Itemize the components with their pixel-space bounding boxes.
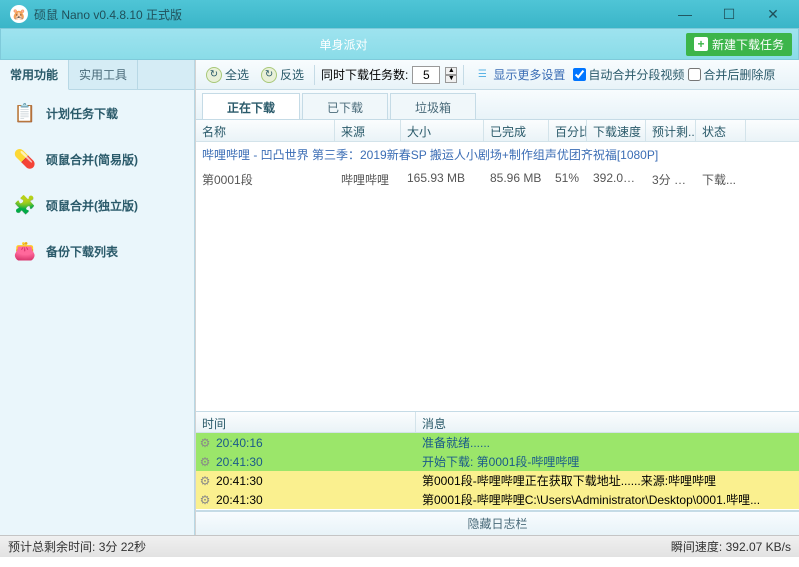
- gear-icon: ⚙: [196, 455, 214, 469]
- download-tabs: 正在下载 已下载 垃圾箱: [196, 90, 799, 120]
- window-title: 硕鼠 Nano v0.4.8.10 正式版: [34, 6, 663, 23]
- nav-label: 计划任务下载: [46, 105, 118, 122]
- more-settings-button[interactable]: ☰ 显示更多设置: [470, 64, 569, 85]
- statusbar: 预计总剩余时间: 3分 22秒 瞬间速度: 392.07 KB/s: [0, 535, 799, 557]
- nav-merge-standalone[interactable]: 🧩 硕鼠合并(独立版): [0, 182, 194, 228]
- concurrent-stepper[interactable]: ▲▼: [445, 67, 457, 83]
- new-task-label: 新建下载任务: [712, 36, 784, 53]
- settings-icon: ☰: [474, 67, 490, 83]
- download-group-title[interactable]: 哔哩哔哩 - 凹凸世界 第三季：2019新春SP 搬运人小剧场+制作组声优团齐祝…: [196, 142, 799, 167]
- log-row[interactable]: ⚙20:41:30开始下载: 第0001段-哔哩哔哩: [196, 452, 799, 471]
- log-col-msg[interactable]: 消息: [416, 412, 799, 432]
- col-status[interactable]: 状态: [696, 120, 746, 141]
- log-message: 第0001段-哔哩哔哩正在获取下载地址......来源:哔哩哔哩: [416, 472, 799, 489]
- col-speed[interactable]: 下载速度: [587, 120, 646, 141]
- col-source[interactable]: 来源: [335, 120, 401, 141]
- log-body: ⚙20:40:16准备就绪......⚙20:41:30开始下载: 第0001段…: [196, 433, 799, 511]
- log-row[interactable]: ⚙20:41:30第0001段-哔哩哔哩C:\Users\Administrat…: [196, 490, 799, 509]
- speed-label: 瞬间速度:: [671, 540, 722, 554]
- col-name[interactable]: 名称: [196, 120, 335, 141]
- invert-select-button[interactable]: ↻ 反选: [257, 64, 308, 85]
- close-button[interactable]: ✕: [751, 0, 795, 28]
- select-all-button[interactable]: ↻ 全选: [202, 64, 253, 85]
- tab-downloaded[interactable]: 已下载: [302, 93, 388, 119]
- speed-value: 392.07 KB/s: [726, 540, 791, 554]
- puzzle-icon: 🧩: [12, 192, 38, 218]
- log-header: 时间 消息: [196, 411, 799, 433]
- separator: [463, 65, 464, 85]
- download-row[interactable]: 第0001段 哔哩哔哩 165.93 MB 85.96 MB 51% 392.0…: [196, 167, 799, 192]
- log-col-time[interactable]: 时间: [196, 412, 416, 432]
- nav-merge-simple[interactable]: 💊 硕鼠合并(简易版): [0, 136, 194, 182]
- grid-header: 名称 来源 大小 已完成 百分比 下载速度 预计剩... 状态: [196, 120, 799, 142]
- refresh-icon: ↻: [206, 67, 222, 83]
- delete-after-merge-checkbox[interactable]: 合并后删除原: [688, 66, 775, 83]
- tab-trash[interactable]: 垃圾箱: [390, 93, 476, 119]
- plus-icon: +: [694, 37, 708, 51]
- separator: [314, 65, 315, 85]
- gear-icon: ⚙: [196, 493, 214, 507]
- minimize-button[interactable]: —: [663, 0, 707, 28]
- sidebar-tab-tools[interactable]: 实用工具: [69, 60, 138, 89]
- nav-backup-list[interactable]: 👛 备份下载列表: [0, 228, 194, 274]
- log-time: 20:41:30: [214, 493, 416, 507]
- toolbar: ↻ 全选 ↻ 反选 同时下载任务数: ▲▼ ☰ 显示更多设置 自动合并分段视频: [196, 60, 799, 90]
- nav-label: 备份下载列表: [46, 243, 118, 260]
- col-size[interactable]: 大小: [401, 120, 484, 141]
- sidebar: 常用功能 实用工具 📋 计划任务下载 💊 硕鼠合并(简易版) 🧩 硕鼠合并(独立…: [0, 60, 195, 535]
- col-done[interactable]: 已完成: [484, 120, 549, 141]
- calendar-icon: 📋: [12, 100, 38, 126]
- log-time: 20:40:16: [214, 436, 416, 450]
- col-percent[interactable]: 百分比: [549, 120, 587, 141]
- titlebar: 🐹 硕鼠 Nano v0.4.8.10 正式版 — ☐ ✕: [0, 0, 799, 28]
- maximize-button[interactable]: ☐: [707, 0, 751, 28]
- eta-value: 3分 22秒: [99, 540, 146, 554]
- tab-downloading[interactable]: 正在下载: [202, 93, 300, 119]
- nav-plan-download[interactable]: 📋 计划任务下载: [0, 90, 194, 136]
- banner: 单身派对 + 新建下载任务: [0, 28, 799, 60]
- log-message: 准备就绪......: [416, 434, 799, 451]
- nav-label: 硕鼠合并(独立版): [46, 197, 138, 214]
- eta-label: 预计总剩余时间:: [8, 540, 95, 554]
- col-eta[interactable]: 预计剩...: [646, 120, 696, 141]
- refresh-icon: ↻: [261, 67, 277, 83]
- log-time: 20:41:30: [214, 455, 416, 469]
- gear-icon: ⚙: [196, 436, 214, 450]
- sidebar-tab-common[interactable]: 常用功能: [0, 60, 69, 90]
- wallet-icon: 👛: [12, 238, 38, 264]
- download-grid: 名称 来源 大小 已完成 百分比 下载速度 预计剩... 状态 哔哩哔哩 - 凹…: [196, 120, 799, 535]
- log-row[interactable]: ⚙20:40:16准备就绪......: [196, 433, 799, 452]
- log-time: 20:41:30: [214, 474, 416, 488]
- auto-merge-checkbox[interactable]: 自动合并分段视频: [573, 66, 684, 83]
- concurrent-label: 同时下载任务数:: [321, 66, 408, 83]
- nav-label: 硕鼠合并(简易版): [46, 151, 138, 168]
- log-message: 第0001段-哔哩哔哩C:\Users\Administrator\Deskto…: [416, 491, 799, 508]
- new-task-button[interactable]: + 新建下载任务: [686, 33, 792, 56]
- hide-log-button[interactable]: 隐藏日志栏: [196, 511, 799, 535]
- log-message: 开始下载: 第0001段-哔哩哔哩: [416, 453, 799, 470]
- app-icon: 🐹: [10, 5, 28, 23]
- pill-icon: 💊: [12, 146, 38, 172]
- log-row[interactable]: ⚙20:41:30第0001段-哔哩哔哩正在获取下载地址......来源:哔哩哔…: [196, 471, 799, 490]
- concurrent-input[interactable]: [412, 66, 440, 84]
- gear-icon: ⚙: [196, 474, 214, 488]
- banner-slogan: 单身派对: [1, 36, 686, 53]
